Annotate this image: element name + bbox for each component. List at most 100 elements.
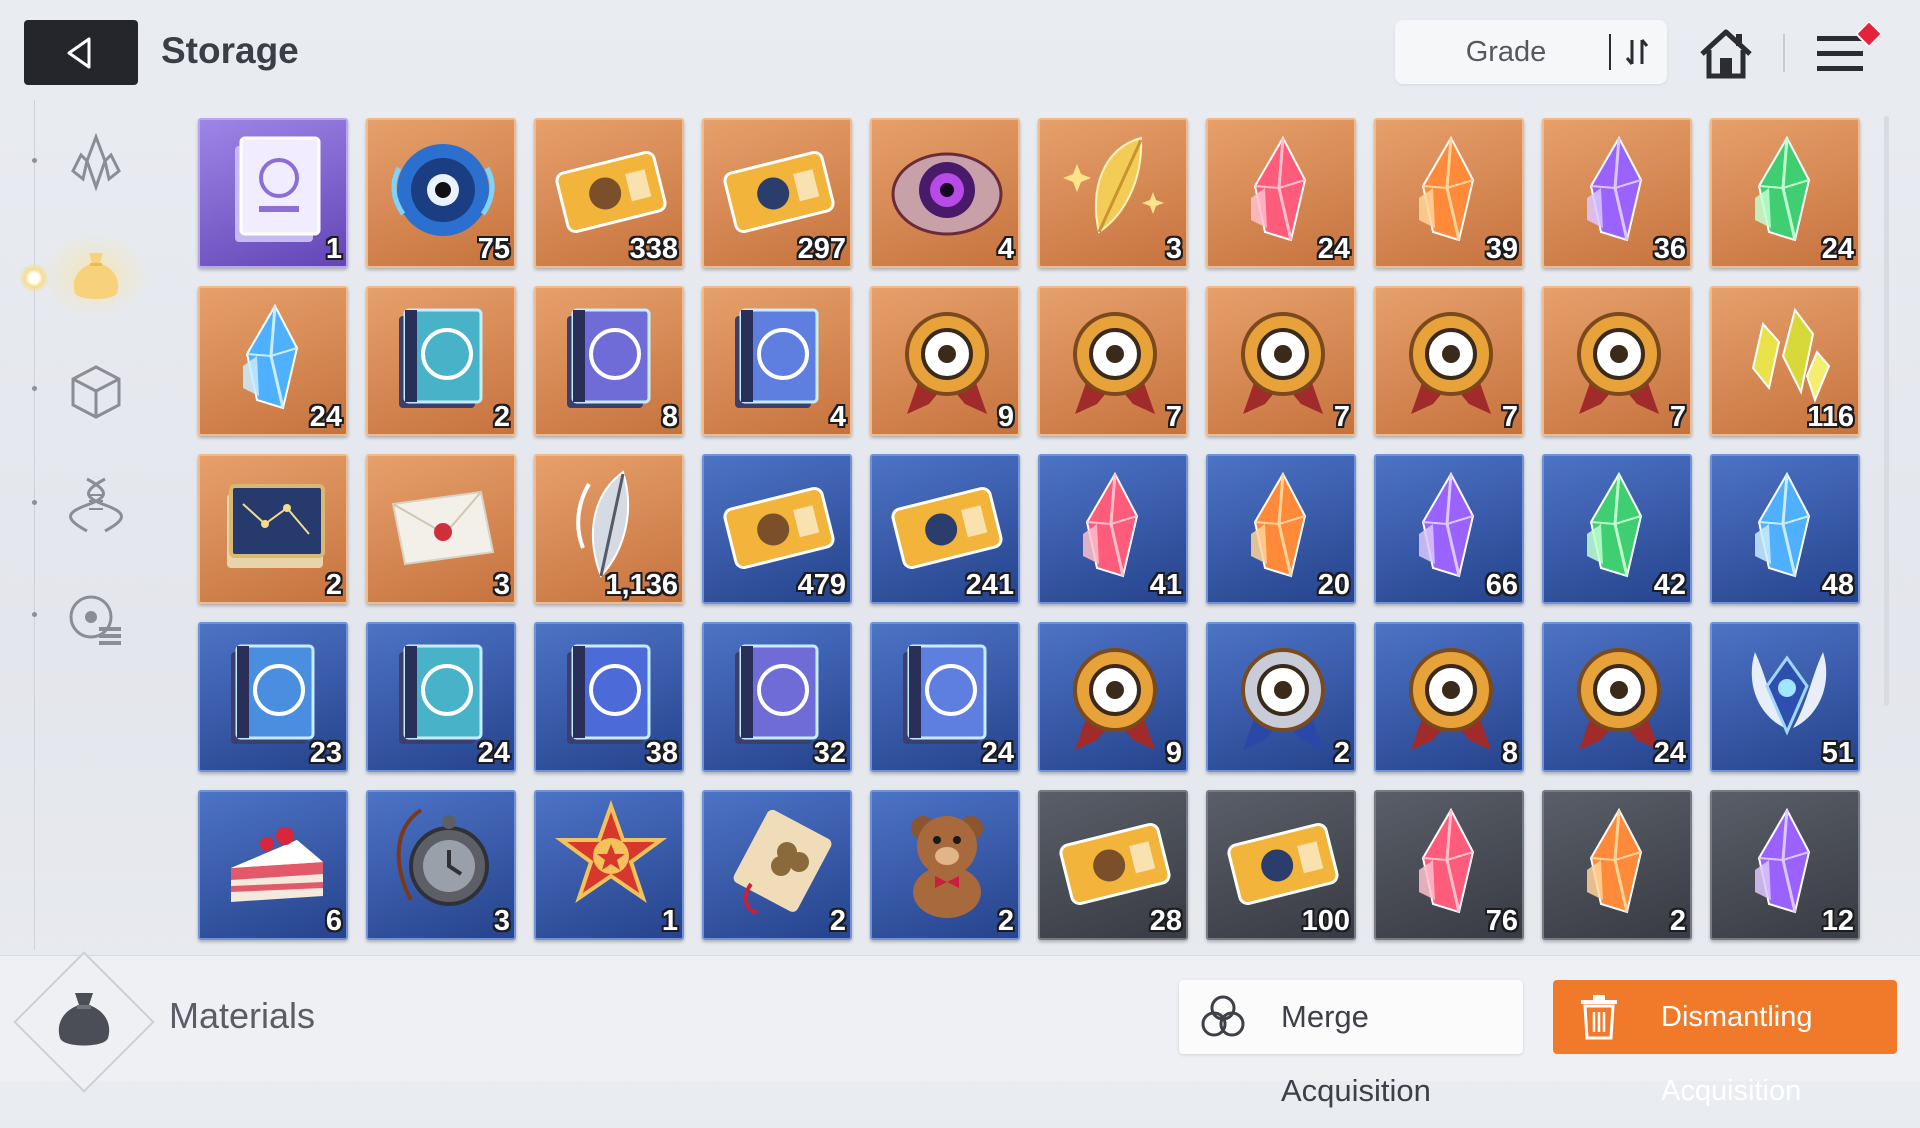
inventory-item[interactable]: 76 [1374, 790, 1524, 940]
inventory-item[interactable]: 8 [1374, 622, 1524, 772]
item-count: 1 [661, 905, 678, 937]
inventory-item[interactable]: 338 [534, 118, 684, 268]
home-icon[interactable] [1696, 24, 1756, 84]
inventory-item[interactable]: 100 [1206, 790, 1356, 940]
item-count: 24 [1821, 233, 1854, 265]
inventory-item[interactable]: 41 [1038, 454, 1188, 604]
inventory-item[interactable]: 8 [534, 286, 684, 436]
inventory-item[interactable]: 2 [366, 286, 516, 436]
item-count: 36 [1653, 233, 1686, 265]
dismantling-acquisition-button[interactable]: Dismantling Acquisition [1553, 980, 1897, 1107]
inventory-item[interactable]: 24 [366, 622, 516, 772]
shield-book-icon [399, 308, 483, 408]
inventory-item[interactable]: 1,136 [534, 454, 684, 604]
inventory-item[interactable]: 32 [702, 622, 852, 772]
inventory-item[interactable]: 1 [198, 118, 348, 268]
header-divider [1783, 34, 1785, 72]
inventory-item[interactable]: 4 [702, 286, 852, 436]
inventory-item[interactable]: 4 [870, 118, 1020, 268]
item-count: 6 [325, 905, 342, 937]
inventory-item[interactable]: 2 [870, 790, 1020, 940]
item-count: 2 [1669, 905, 1686, 937]
inventory-item[interactable]: 241 [870, 454, 1020, 604]
teddy-bear-icon [911, 816, 983, 918]
inventory-item[interactable]: 7 [1038, 286, 1188, 436]
inventory-item[interactable]: 7 [1206, 286, 1356, 436]
item-count: 7 [1669, 401, 1686, 433]
atom-medal-icon [1577, 312, 1661, 414]
sort-grade-button[interactable]: Grade [1395, 20, 1667, 84]
inventory-item[interactable]: 2 [1206, 622, 1356, 772]
cake-icon [231, 827, 323, 902]
item-count: 41 [1149, 569, 1182, 601]
inventory-item[interactable]: 1 [534, 790, 684, 940]
inventory-item[interactable]: 66 [1374, 454, 1524, 604]
inventory-item[interactable]: 3 [366, 790, 516, 940]
page-title: Storage [161, 30, 299, 71]
item-count: 2 [997, 905, 1014, 937]
inventory-item[interactable]: 24 [870, 622, 1020, 772]
manual-book-icon [235, 136, 321, 242]
dismantle-label: Dismantling Acquisition [1661, 1001, 1813, 1107]
inventory-item[interactable]: 24 [198, 286, 348, 436]
inventory-item[interactable]: 23 [198, 622, 348, 772]
sidebar-tab-dna[interactable] [56, 464, 136, 544]
item-count: 24 [1317, 233, 1350, 265]
item-count: 24 [477, 737, 510, 769]
item-count: 42 [1653, 569, 1686, 601]
sword-medal-icon [1073, 648, 1157, 750]
inventory-item[interactable]: 24 [1710, 118, 1860, 268]
sidebar-tab-materials[interactable] [56, 236, 136, 316]
inventory-item[interactable]: 297 [702, 118, 852, 268]
sword-medal-icon [905, 312, 989, 414]
inventory-item[interactable]: 39 [1374, 118, 1524, 268]
merge-icon [1201, 995, 1245, 1037]
inventory-item[interactable]: 48 [1710, 454, 1860, 604]
item-count: 9 [997, 401, 1014, 433]
inventory-item[interactable]: 3 [1038, 118, 1188, 268]
item-count: 116 [1807, 401, 1854, 433]
inventory-item[interactable]: 2 [1542, 790, 1692, 940]
item-count: 297 [797, 233, 846, 265]
item-count: 8 [1501, 737, 1518, 769]
inventory-item[interactable]: 2 [702, 790, 852, 940]
inventory-item[interactable]: 28 [1038, 790, 1188, 940]
inventory-item[interactable]: 9 [1038, 622, 1188, 772]
inventory-item[interactable]: 479 [702, 454, 852, 604]
merge-acquisition-button[interactable]: Merge Acquisition [1179, 980, 1523, 1108]
scrollbar[interactable] [1884, 116, 1889, 706]
item-count: 48 [1821, 569, 1854, 601]
sort-order-icon[interactable] [1619, 34, 1655, 70]
category-label: Materials [169, 995, 316, 1036]
inventory-item[interactable]: 9 [870, 286, 1020, 436]
inventory-item[interactable]: 20 [1206, 454, 1356, 604]
inventory-item[interactable]: 36 [1542, 118, 1692, 268]
item-count: 24 [309, 401, 342, 433]
item-count: 38 [645, 737, 678, 769]
item-count: 9 [1165, 737, 1182, 769]
back-button[interactable] [24, 20, 138, 85]
inventory-item[interactable]: 6 [198, 790, 348, 940]
sidebar-dot [32, 386, 37, 391]
item-count: 7 [1501, 401, 1518, 433]
inventory-item[interactable]: 24 [1206, 118, 1356, 268]
inventory-item[interactable]: 7 [1374, 286, 1524, 436]
inventory-item[interactable]: 51 [1710, 622, 1860, 772]
inventory-item[interactable]: 116 [1710, 286, 1860, 436]
inventory-item[interactable]: 42 [1542, 454, 1692, 604]
inventory-item[interactable]: 3 [366, 454, 516, 604]
item-count: 3 [493, 569, 510, 601]
sidebar-tab-modules[interactable] [56, 580, 136, 660]
item-count: 12 [1821, 905, 1854, 937]
sidebar-tab-crystal[interactable] [56, 122, 136, 202]
star-badge-icon [554, 800, 668, 904]
inventory-item[interactable]: 38 [534, 622, 684, 772]
inventory-item[interactable]: 7 [1542, 286, 1692, 436]
inventory-item[interactable]: 75 [366, 118, 516, 268]
inventory-item[interactable]: 24 [1542, 622, 1692, 772]
item-count: 479 [797, 569, 846, 601]
inventory-item[interactable]: 2 [198, 454, 348, 604]
sidebar-tab-cube[interactable] [56, 352, 136, 432]
item-count: 2 [493, 401, 510, 433]
inventory-item[interactable]: 12 [1710, 790, 1860, 940]
